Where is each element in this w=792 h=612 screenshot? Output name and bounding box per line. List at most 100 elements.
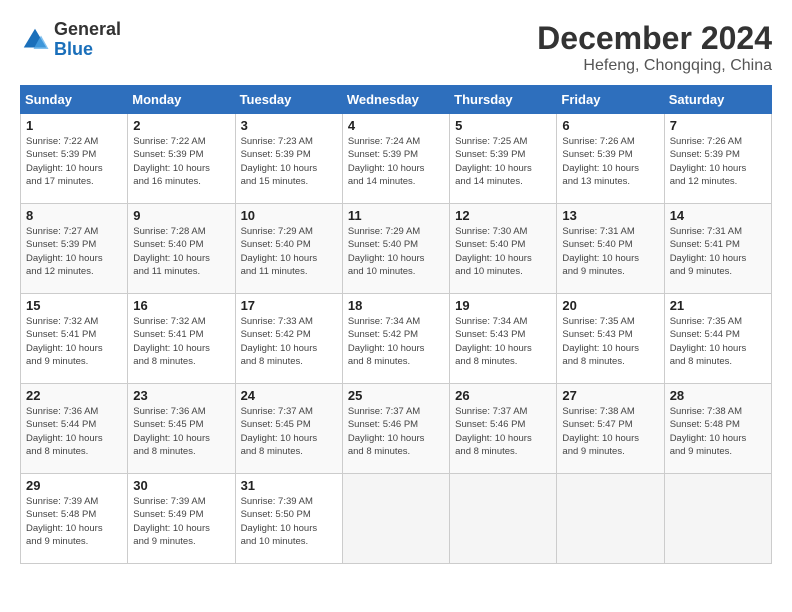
weekday-header-saturday: Saturday bbox=[664, 86, 771, 114]
day-info: Sunrise: 7:38 AM Sunset: 5:48 PM Dayligh… bbox=[670, 405, 766, 458]
page-header: General Blue December 2024 Hefeng, Chong… bbox=[20, 20, 772, 75]
logo-line2: Blue bbox=[54, 40, 121, 60]
day-number: 24 bbox=[241, 388, 337, 403]
day-cell: 10 Sunrise: 7:29 AM Sunset: 5:40 PM Dayli… bbox=[235, 204, 342, 294]
day-info: Sunrise: 7:26 AM Sunset: 5:39 PM Dayligh… bbox=[670, 135, 766, 188]
logo: General Blue bbox=[20, 20, 121, 60]
day-cell: 12Sunrise: 7:30 AM Sunset: 5:40 PM Dayli… bbox=[450, 204, 557, 294]
weekday-header-monday: Monday bbox=[128, 86, 235, 114]
day-info: Sunrise: 7:34 AM Sunset: 5:43 PM Dayligh… bbox=[455, 315, 551, 368]
day-info: Sunrise: 7:28 AM Sunset: 5:40 PM Dayligh… bbox=[133, 225, 229, 278]
day-number: 14 bbox=[670, 208, 766, 223]
day-number: 8 bbox=[26, 208, 122, 223]
day-info: Sunrise: 7:27 AM Sunset: 5:39 PM Dayligh… bbox=[26, 225, 122, 278]
day-number: 11 bbox=[348, 208, 444, 223]
day-info: Sunrise: 7:23 AM Sunset: 5:39 PM Dayligh… bbox=[241, 135, 337, 188]
day-cell bbox=[342, 474, 449, 564]
day-cell: 27 Sunrise: 7:38 AM Sunset: 5:47 PM Dayli… bbox=[557, 384, 664, 474]
day-cell: 7 Sunrise: 7:26 AM Sunset: 5:39 PM Daylig… bbox=[664, 114, 771, 204]
day-number: 12 bbox=[455, 208, 551, 223]
day-cell: 22Sunrise: 7:36 AM Sunset: 5:44 PM Dayli… bbox=[21, 384, 128, 474]
day-info: Sunrise: 7:37 AM Sunset: 5:46 PM Dayligh… bbox=[455, 405, 551, 458]
day-info: Sunrise: 7:32 AM Sunset: 5:41 PM Dayligh… bbox=[26, 315, 122, 368]
week-row-1: 1 Sunrise: 7:22 AM Sunset: 5:39 PM Daylig… bbox=[21, 114, 772, 204]
day-number: 31 bbox=[241, 478, 337, 493]
day-cell: 24 Sunrise: 7:37 AM Sunset: 5:45 PM Dayli… bbox=[235, 384, 342, 474]
weekday-header-row: SundayMondayTuesdayWednesdayThursdayFrid… bbox=[21, 86, 772, 114]
day-info: Sunrise: 7:33 AM Sunset: 5:42 PM Dayligh… bbox=[241, 315, 337, 368]
day-info: Sunrise: 7:32 AM Sunset: 5:41 PM Dayligh… bbox=[133, 315, 229, 368]
day-cell: 1 Sunrise: 7:22 AM Sunset: 5:39 PM Daylig… bbox=[21, 114, 128, 204]
day-number: 27 bbox=[562, 388, 658, 403]
weekday-header-tuesday: Tuesday bbox=[235, 86, 342, 114]
day-number: 1 bbox=[26, 118, 122, 133]
day-number: 25 bbox=[348, 388, 444, 403]
day-cell: 21Sunrise: 7:35 AM Sunset: 5:44 PM Dayli… bbox=[664, 294, 771, 384]
title-block: December 2024 Hefeng, Chongqing, China bbox=[537, 20, 772, 75]
day-number: 13 bbox=[562, 208, 658, 223]
week-row-2: 8 Sunrise: 7:27 AM Sunset: 5:39 PM Daylig… bbox=[21, 204, 772, 294]
logo-line1: General bbox=[54, 20, 121, 40]
weekday-header-friday: Friday bbox=[557, 86, 664, 114]
day-number: 17 bbox=[241, 298, 337, 313]
day-number: 10 bbox=[241, 208, 337, 223]
day-info: Sunrise: 7:29 AM Sunset: 5:40 PM Dayligh… bbox=[348, 225, 444, 278]
day-number: 29 bbox=[26, 478, 122, 493]
day-info: Sunrise: 7:24 AM Sunset: 5:39 PM Dayligh… bbox=[348, 135, 444, 188]
day-number: 18 bbox=[348, 298, 444, 313]
day-cell bbox=[450, 474, 557, 564]
day-info: Sunrise: 7:35 AM Sunset: 5:43 PM Dayligh… bbox=[562, 315, 658, 368]
day-number: 16 bbox=[133, 298, 229, 313]
day-info: Sunrise: 7:39 AM Sunset: 5:50 PM Dayligh… bbox=[241, 495, 337, 548]
day-number: 6 bbox=[562, 118, 658, 133]
location-title: Hefeng, Chongqing, China bbox=[537, 57, 772, 75]
day-info: Sunrise: 7:34 AM Sunset: 5:42 PM Dayligh… bbox=[348, 315, 444, 368]
day-number: 3 bbox=[241, 118, 337, 133]
day-info: Sunrise: 7:39 AM Sunset: 5:49 PM Dayligh… bbox=[133, 495, 229, 548]
week-row-4: 22Sunrise: 7:36 AM Sunset: 5:44 PM Dayli… bbox=[21, 384, 772, 474]
day-cell: 28 Sunrise: 7:38 AM Sunset: 5:48 PM Dayli… bbox=[664, 384, 771, 474]
day-info: Sunrise: 7:22 AM Sunset: 5:39 PM Dayligh… bbox=[26, 135, 122, 188]
day-number: 28 bbox=[670, 388, 766, 403]
day-cell: 20Sunrise: 7:35 AM Sunset: 5:43 PM Dayli… bbox=[557, 294, 664, 384]
day-cell: 8 Sunrise: 7:27 AM Sunset: 5:39 PM Daylig… bbox=[21, 204, 128, 294]
day-cell: 16 Sunrise: 7:32 AM Sunset: 5:41 PM Dayli… bbox=[128, 294, 235, 384]
day-cell: 4Sunrise: 7:24 AM Sunset: 5:39 PM Daylig… bbox=[342, 114, 449, 204]
day-cell: 11 Sunrise: 7:29 AM Sunset: 5:40 PM Dayli… bbox=[342, 204, 449, 294]
day-info: Sunrise: 7:37 AM Sunset: 5:45 PM Dayligh… bbox=[241, 405, 337, 458]
day-info: Sunrise: 7:26 AM Sunset: 5:39 PM Dayligh… bbox=[562, 135, 658, 188]
day-cell: 17 Sunrise: 7:33 AM Sunset: 5:42 PM Dayli… bbox=[235, 294, 342, 384]
day-info: Sunrise: 7:31 AM Sunset: 5:41 PM Dayligh… bbox=[670, 225, 766, 278]
day-cell: 18 Sunrise: 7:34 AM Sunset: 5:42 PM Dayli… bbox=[342, 294, 449, 384]
day-info: Sunrise: 7:35 AM Sunset: 5:44 PM Dayligh… bbox=[670, 315, 766, 368]
day-cell: 29 Sunrise: 7:39 AM Sunset: 5:48 PM Dayli… bbox=[21, 474, 128, 564]
day-cell: 30 Sunrise: 7:39 AM Sunset: 5:49 PM Dayli… bbox=[128, 474, 235, 564]
logo-text: General Blue bbox=[54, 20, 121, 60]
day-number: 15 bbox=[26, 298, 122, 313]
day-number: 7 bbox=[670, 118, 766, 133]
week-row-3: 15 Sunrise: 7:32 AM Sunset: 5:41 PM Dayli… bbox=[21, 294, 772, 384]
day-cell: 19Sunrise: 7:34 AM Sunset: 5:43 PM Dayli… bbox=[450, 294, 557, 384]
day-cell: 13 Sunrise: 7:31 AM Sunset: 5:40 PM Dayli… bbox=[557, 204, 664, 294]
logo-icon bbox=[20, 25, 50, 55]
day-cell: 15 Sunrise: 7:32 AM Sunset: 5:41 PM Dayli… bbox=[21, 294, 128, 384]
day-cell: 2Sunrise: 7:22 AM Sunset: 5:39 PM Daylig… bbox=[128, 114, 235, 204]
day-cell: 25Sunrise: 7:37 AM Sunset: 5:46 PM Dayli… bbox=[342, 384, 449, 474]
day-number: 9 bbox=[133, 208, 229, 223]
day-cell: 9 Sunrise: 7:28 AM Sunset: 5:40 PM Daylig… bbox=[128, 204, 235, 294]
day-cell: 26Sunrise: 7:37 AM Sunset: 5:46 PM Dayli… bbox=[450, 384, 557, 474]
calendar-table: SundayMondayTuesdayWednesdayThursdayFrid… bbox=[20, 85, 772, 564]
day-info: Sunrise: 7:39 AM Sunset: 5:48 PM Dayligh… bbox=[26, 495, 122, 548]
day-cell: 14 Sunrise: 7:31 AM Sunset: 5:41 PM Dayli… bbox=[664, 204, 771, 294]
day-number: 22 bbox=[26, 388, 122, 403]
day-info: Sunrise: 7:38 AM Sunset: 5:47 PM Dayligh… bbox=[562, 405, 658, 458]
weekday-header-thursday: Thursday bbox=[450, 86, 557, 114]
day-cell bbox=[557, 474, 664, 564]
day-number: 30 bbox=[133, 478, 229, 493]
day-info: Sunrise: 7:22 AM Sunset: 5:39 PM Dayligh… bbox=[133, 135, 229, 188]
day-info: Sunrise: 7:29 AM Sunset: 5:40 PM Dayligh… bbox=[241, 225, 337, 278]
day-info: Sunrise: 7:25 AM Sunset: 5:39 PM Dayligh… bbox=[455, 135, 551, 188]
day-number: 23 bbox=[133, 388, 229, 403]
day-info: Sunrise: 7:31 AM Sunset: 5:40 PM Dayligh… bbox=[562, 225, 658, 278]
day-cell: 5Sunrise: 7:25 AM Sunset: 5:39 PM Daylig… bbox=[450, 114, 557, 204]
